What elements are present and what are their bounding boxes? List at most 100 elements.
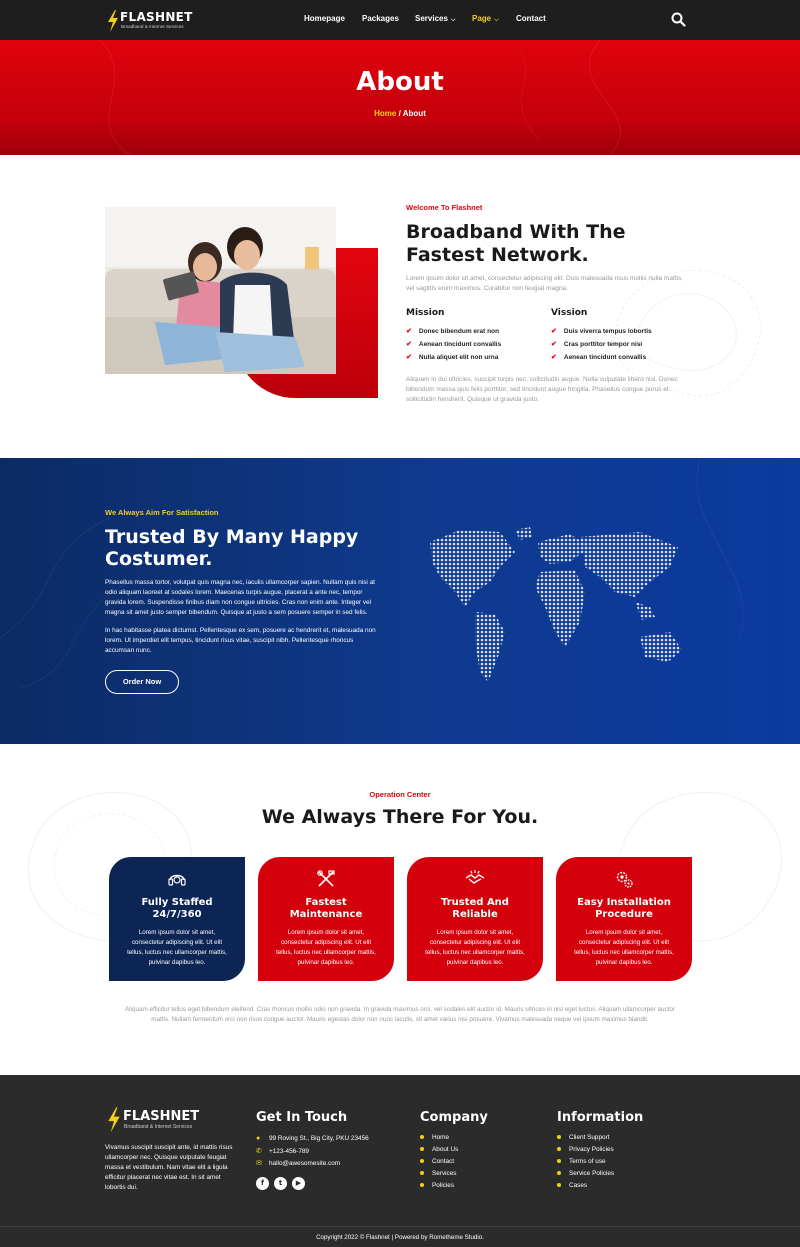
card-title-line: Easy Installation — [577, 897, 671, 908]
footer-link-label: Privacy Policies — [569, 1146, 614, 1153]
text-line: consectetur adipiscing elit. Ut elit — [131, 939, 223, 946]
facebook-icon[interactable]: f — [256, 1177, 269, 1190]
card-title-line: 24/7/360 — [152, 909, 202, 920]
card-text: Lorem ipsum dolor sit amet, consectetur … — [268, 928, 384, 968]
bullet-dot — [557, 1183, 561, 1188]
text-line: magna sit amet justo semper bibendum. Qu… — [105, 609, 368, 616]
breadcrumb: Home / About — [0, 109, 800, 118]
footer-link-label: Service Policies — [569, 1170, 615, 1177]
nav-item-homepage[interactable]: Homepage — [304, 14, 345, 23]
footer-link-label: Contact — [432, 1158, 455, 1165]
footer-info-link-support[interactable]: Client Support — [557, 1134, 610, 1141]
card-title-line: Trusted And — [441, 897, 509, 908]
search-icon[interactable] — [671, 12, 686, 27]
mission-title: Mission — [406, 308, 445, 318]
about-title: Broadband With The Fastest Network. — [406, 221, 626, 267]
nav-item-page[interactable]: Page ⌵ — [472, 14, 499, 24]
couple-with-tablet-photo — [105, 207, 336, 374]
breadcrumb-current: About — [402, 109, 426, 118]
footer-contact-title: Get In Touch — [256, 1110, 348, 1125]
about-kicker: Welcome To Flashnet — [406, 203, 483, 212]
text-line: massa et vestibulum. Nam vitae elit a li… — [105, 1164, 228, 1171]
footer-email[interactable]: ✉ hallo@awesomesite.com — [256, 1159, 340, 1167]
mission-item-label: Donec bibendum erat non — [418, 328, 500, 335]
check-icon: ✔ — [551, 341, 557, 348]
phone-icon: ✆ — [256, 1148, 262, 1155]
mission-item-label: Aenean tincidunt convallis — [418, 341, 502, 348]
footer-info-title: Information — [557, 1110, 644, 1125]
footer-about-text: Vivamus suscipit suscipit ante, id matti… — [105, 1143, 245, 1193]
vission-item-label: Cras porttitor tempor nisi — [563, 341, 643, 348]
footer-company-link-policies[interactable]: Policies — [420, 1182, 454, 1189]
bullet-dot — [557, 1147, 561, 1152]
bullet-dot — [420, 1147, 424, 1152]
footer-company-title: Company — [420, 1110, 488, 1125]
footer-info-link-privacy[interactable]: Privacy Policies — [557, 1146, 614, 1153]
operation-title: We Always There For You. — [261, 806, 539, 828]
text-line: ullamcorper nec. Quisque vulputate feugi… — [105, 1154, 227, 1161]
footer-email-text: hallo@awesomesite.com — [269, 1160, 341, 1167]
check-icon: ✔ — [551, 328, 557, 335]
footer-company-link-home[interactable]: Home — [420, 1134, 449, 1141]
text-line: Phasellus massa tortor, volutpat quis ma… — [105, 579, 375, 586]
text-line: pulvinar dapibus leo. — [446, 959, 504, 966]
check-icon: ✔ — [551, 354, 557, 361]
text-line: gravida lorem. Suspendisse finibus diam … — [105, 599, 372, 606]
footer-company-link-services[interactable]: Services — [420, 1170, 457, 1177]
text-line: Aliquam in dui ultricies, suscipit turpi… — [406, 376, 678, 383]
mission-item: ✔ Nulla aliquet elit non urna — [406, 353, 498, 361]
nav-item-packages[interactable]: Packages — [362, 14, 399, 23]
service-card: Fully Staffed 24/7/360 Lorem ipsum dolor… — [109, 857, 245, 981]
card-title-line: Procedure — [595, 909, 653, 920]
bullet-dot — [557, 1159, 561, 1164]
footer-brand-logo[interactable]: FLASHNET Broadband & Internet Services — [106, 1107, 206, 1135]
footer-info-link-cases[interactable]: Cases — [557, 1182, 587, 1189]
vission-item: ✔ Aenean tincidunt convallis — [551, 353, 646, 361]
text-line: consectetur adipiscing elit. Ut elit — [280, 939, 372, 946]
footer-link-label: Cases — [569, 1182, 588, 1189]
nav-item-contact[interactable]: Contact — [516, 14, 546, 23]
footer-info-link-service-policies[interactable]: Service Policies — [557, 1170, 614, 1177]
footer-phone[interactable]: ✆ +123-456-789 — [256, 1147, 309, 1155]
service-card: Fastest Maintenance Lorem ipsum dolor si… — [258, 857, 394, 981]
card-text: Lorem ipsum dolor sit amet, consectetur … — [417, 928, 533, 968]
bullet-dot — [557, 1171, 561, 1176]
social-links: f t ▶ — [256, 1177, 316, 1191]
text-line: pulvinar dapibus leo. — [297, 959, 355, 966]
card-title: Easy Installation Procedure — [556, 897, 692, 921]
envelope-icon: ✉ — [256, 1160, 262, 1167]
trust-kicker: We Always Aim For Satisfaction — [105, 508, 219, 517]
order-now-button[interactable]: Order Now — [105, 670, 179, 694]
breadcrumb-home[interactable]: Home — [374, 109, 396, 118]
bullet-dot — [420, 1183, 424, 1188]
footer-link-label: Services — [432, 1170, 457, 1177]
footer-link-label: Client Support — [569, 1134, 610, 1141]
text-line: consectetur adipiscing elit. Ut elit — [578, 939, 670, 946]
text-line: Vivamus suscipit suscipit ante, id matti… — [105, 1144, 233, 1151]
text-line: lorem. Ut imperdiet elit tempus, tincidu… — [105, 637, 354, 644]
tools-icon — [317, 870, 335, 887]
text-line: Lorem ipsum dolor sit amet, — [287, 929, 365, 936]
headset-icon — [168, 874, 186, 886]
text-line: lobortis dui. — [105, 1184, 138, 1191]
about-intro: Lorem ipsum dolor sit amet, consectetur … — [406, 274, 696, 294]
footer-address-text: 99 Roving St., Big City, PKU 23456 — [269, 1135, 369, 1142]
text-line: Lorem ipsum dolor sit amet, consectetur … — [406, 275, 684, 282]
nav-item-services[interactable]: Services ⌵ — [415, 14, 455, 24]
card-title: Fully Staffed 24/7/360 — [109, 897, 245, 921]
text-line: Lorem ipsum dolor sit amet, — [436, 929, 514, 936]
world-map-illustration — [430, 527, 682, 682]
mission-item: ✔ Donec bibendum erat non — [406, 327, 499, 335]
card-text: Lorem ipsum dolor sit amet, consectetur … — [566, 928, 682, 968]
trust-paragraph-1: Phasellus massa tortor, volutpat quis ma… — [105, 578, 390, 618]
footer-link-label: Policies — [432, 1182, 455, 1189]
footer-info-link-terms[interactable]: Terms of use — [557, 1158, 606, 1165]
footer-company-link-contact[interactable]: Contact — [420, 1158, 454, 1165]
vission-item-label: Duis viverra tempus lobortis — [563, 328, 652, 335]
twitter-icon[interactable]: t — [274, 1177, 287, 1190]
text-line: tellus, luctus nec ullamcorper mattis, — [276, 949, 376, 956]
youtube-icon[interactable]: ▶ — [292, 1177, 305, 1190]
footer-company-link-about[interactable]: About Us — [420, 1146, 458, 1153]
mission-item: ✔ Aenean tincidunt convallis — [406, 340, 501, 348]
lightning-bolt-icon — [108, 1107, 120, 1133]
